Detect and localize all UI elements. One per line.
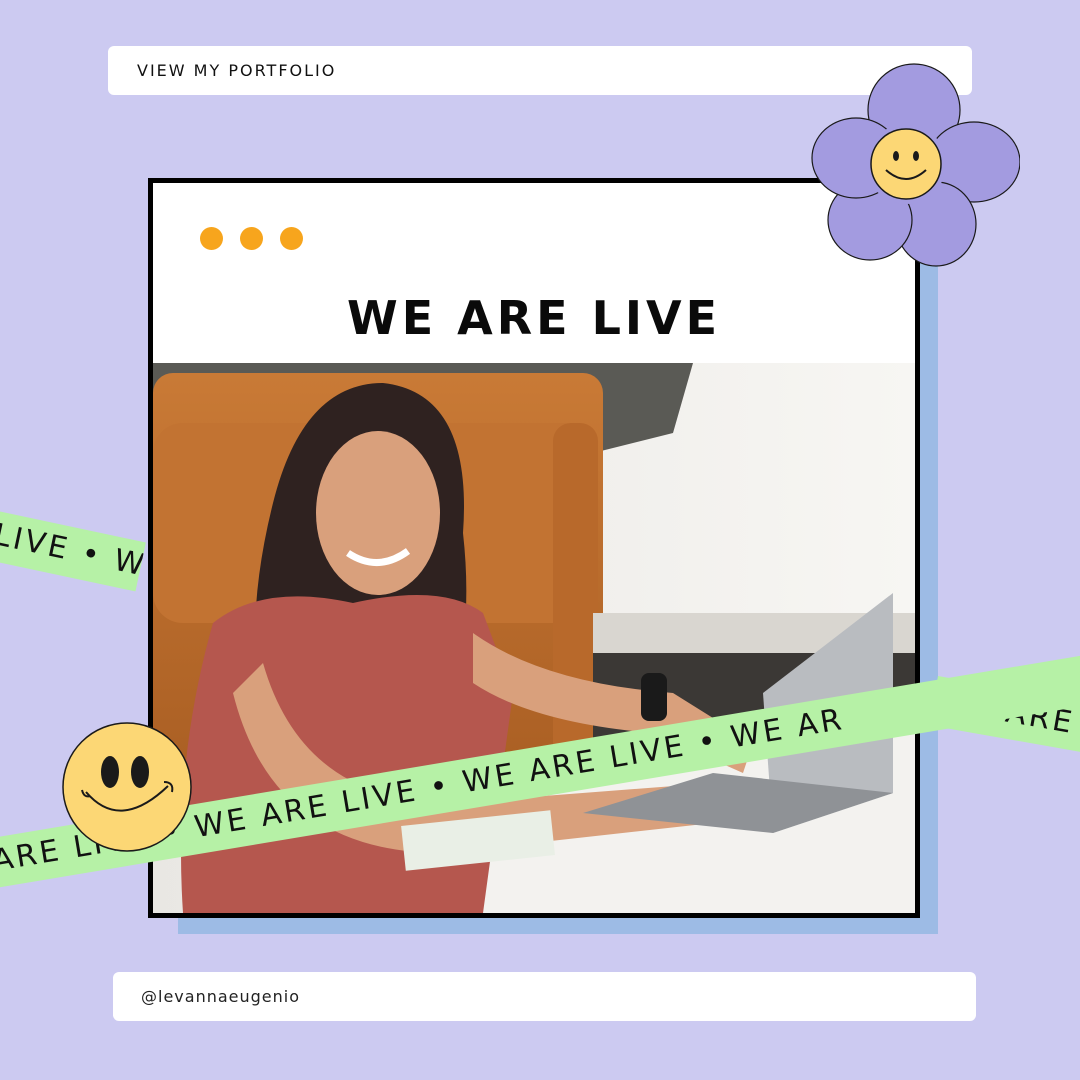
ribbon-left: LIVE • W (0, 503, 146, 592)
ribbon-left-text: LIVE • W (0, 517, 146, 584)
dot-2 (240, 227, 263, 250)
portfolio-link-label: VIEW MY PORTFOLIO (137, 61, 337, 80)
dot-3 (280, 227, 303, 250)
social-handle-bar[interactable]: @levannaeugenio (113, 972, 976, 1021)
headline: WE ARE LIVE (346, 291, 722, 345)
dot-1 (200, 227, 223, 250)
social-handle: @levannaeugenio (141, 987, 301, 1006)
window-dots (200, 227, 303, 250)
flower-smiley-icon (811, 63, 1020, 267)
smiley-face-icon (62, 722, 192, 852)
